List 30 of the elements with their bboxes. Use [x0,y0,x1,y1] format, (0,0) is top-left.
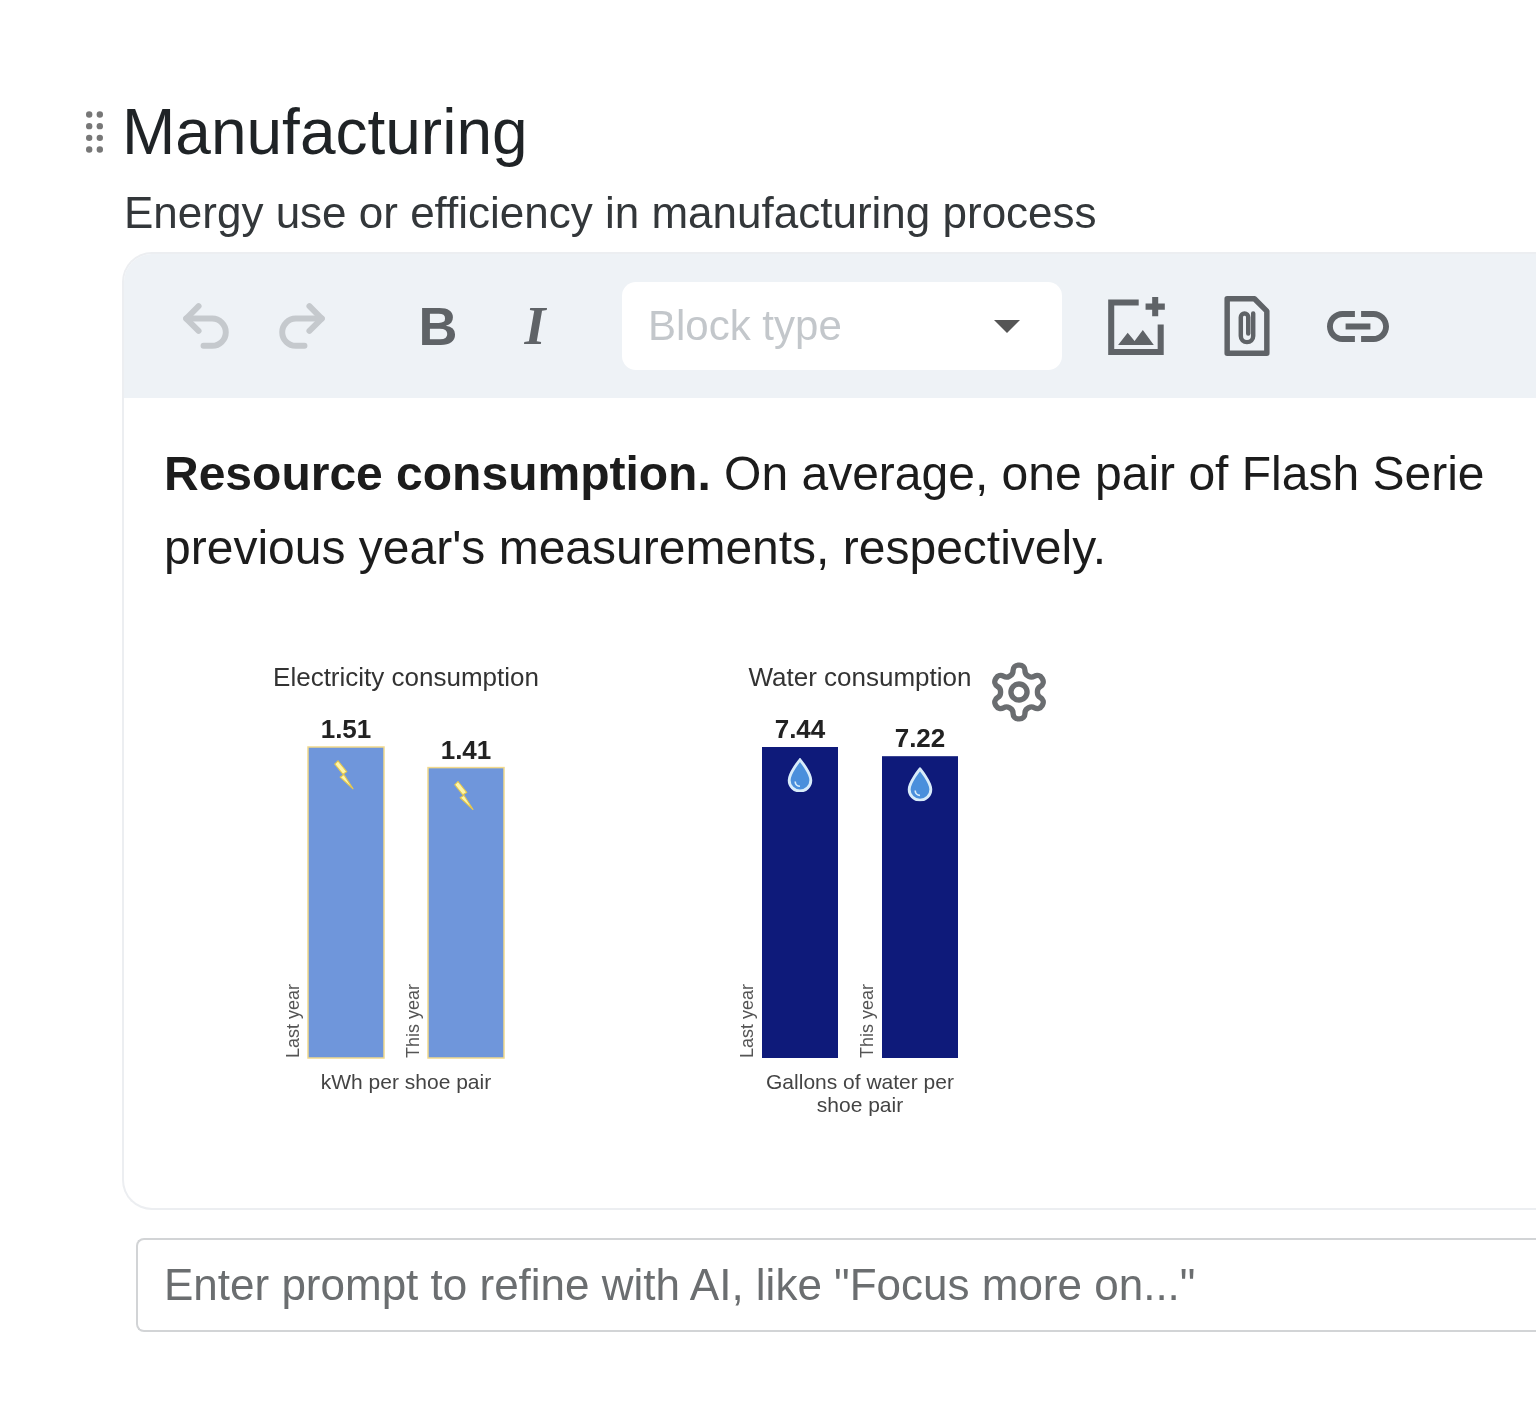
chart-title: Water consumption [748,661,972,693]
bar-value-label: 1.51 [320,714,372,744]
body-paragraph: Resource consumption. On average, one pair of Flash Serie previous year's measurements, respectively. [164,446,1485,576]
prompt-input[interactable]: Enter prompt to refine with AI, like "Focus more on..." [136,1238,1536,1332]
chart-title: Electricity consumption [273,661,539,693]
section-subtitle: Energy use or efficiency in manufacturing process [124,187,1097,239]
redo-icon [278,303,326,349]
link-icon [1327,310,1389,342]
bar-category-label: Last year [737,983,757,1058]
lightning-icon [334,760,354,790]
undo-icon [182,303,230,349]
bar-value-label: 1.41 [440,734,492,765]
bar-value-label: 7.44 [774,714,826,744]
attachment-icon [1222,296,1272,356]
italic-button[interactable]: I [503,294,567,358]
bar-category-label: This year [857,983,877,1058]
axis-label: kWh per shoe pair [319,1070,493,1093]
section-title: Manufacturing [122,95,528,169]
add-image-icon [1107,297,1165,355]
bar-category-label: This year [403,983,423,1058]
bar-category-label: Last year [283,983,303,1058]
bold-button[interactable]: B [406,294,470,358]
settings-icon[interactable] [990,662,1048,722]
lightning-icon [454,781,474,810]
water-drop-icon [909,769,931,801]
caret-icon [994,319,1020,333]
water-drop-icon [789,759,811,792]
axis-label: Gallons of water per shoe pair [765,1070,955,1116]
bar-value-label: 7.22 [894,723,946,754]
drag-handle-icon[interactable] [86,111,103,153]
